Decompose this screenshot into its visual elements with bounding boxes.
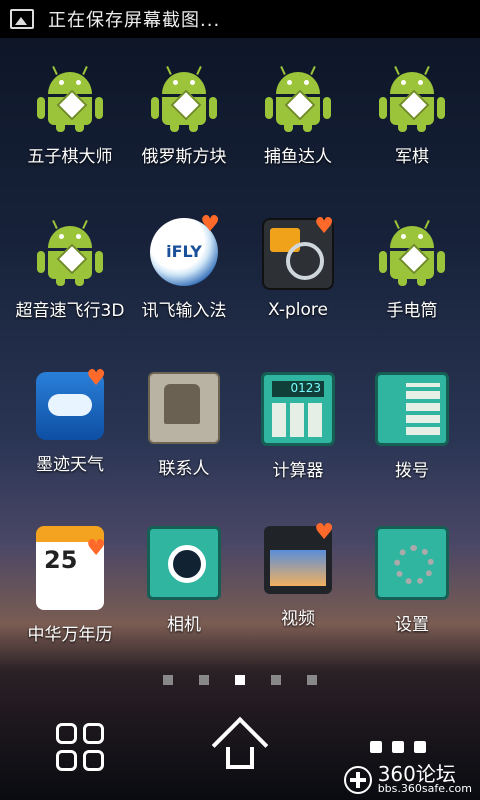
grid-cell: [83, 723, 104, 744]
calculator-icon: [261, 372, 335, 446]
app-dialer[interactable]: 拨号: [352, 372, 472, 481]
app-fishing[interactable]: 捕鱼达人: [238, 64, 358, 167]
page-dot[interactable]: [199, 675, 209, 685]
app-label: 设置: [395, 615, 429, 635]
heart-badge-icon: ♥: [314, 214, 334, 239]
app-wuziqi[interactable]: 五子棋大师: [10, 64, 130, 167]
app-supersonic[interactable]: 超音速飞行3D: [10, 218, 130, 321]
watermark-url: bbs.360safe.com: [377, 782, 472, 795]
app-label: 讯飞输入法: [141, 301, 227, 321]
app-video[interactable]: ♥ 视频: [238, 522, 358, 629]
watermark-title: 360论坛: [377, 762, 456, 786]
home-button[interactable]: [210, 717, 270, 777]
app-label: 捕鱼达人: [264, 147, 332, 167]
app-calculator[interactable]: 计算器: [238, 372, 358, 481]
calendar-icon: 25 ♥: [36, 526, 106, 610]
app-label: 墨迹天气: [36, 455, 104, 475]
android-icon: [264, 64, 332, 132]
contacts-icon: [148, 372, 220, 444]
android-icon: [378, 64, 446, 132]
app-calendar[interactable]: 25 ♥ 中华万年历: [10, 526, 130, 645]
app-tetris[interactable]: 俄罗斯方块: [124, 64, 244, 167]
page-dot[interactable]: [271, 675, 281, 685]
app-label: 五子棋大师: [27, 147, 113, 167]
app-label: 视频: [281, 609, 315, 629]
phone-dialer-icon: [375, 372, 449, 446]
app-contacts[interactable]: 联系人: [124, 372, 244, 479]
app-settings[interactable]: 设置: [352, 526, 472, 635]
android-icon: [378, 218, 446, 286]
app-label: 军棋: [395, 147, 429, 167]
video-icon: ♥: [264, 522, 334, 594]
app-label: 手电筒: [386, 301, 438, 321]
grid-cell: [56, 723, 77, 744]
dock: 360论坛 bbs.360safe.com: [0, 705, 480, 800]
app-junqi[interactable]: 军棋: [352, 64, 472, 167]
app-label: 计算器: [272, 461, 324, 481]
watermark: 360论坛 bbs.360safe.com: [343, 762, 472, 795]
app-label: 拨号: [395, 461, 429, 481]
heart-badge-icon: ♥: [200, 212, 220, 237]
app-label: 中华万年历: [27, 625, 113, 645]
app-label: X-plore: [268, 300, 328, 320]
settings-icon: [375, 526, 449, 600]
android-icon: [150, 64, 218, 132]
more-dot: [370, 741, 382, 753]
app-flashlight[interactable]: 手电筒: [352, 218, 472, 321]
grid-cell: [83, 750, 104, 771]
android-icon: [36, 64, 104, 132]
app-label: 联系人: [158, 459, 210, 479]
app-label: 俄罗斯方块: [141, 147, 227, 167]
heart-badge-icon: ♥: [86, 536, 106, 561]
grid-cell: [56, 750, 77, 771]
ifly-icon-text: iFLY: [166, 242, 202, 261]
weather-icon: ♥: [36, 368, 106, 440]
status-bar: 正在保存屏幕截图...: [0, 0, 480, 38]
app-label: 超音速飞行3D: [15, 301, 125, 321]
app-camera[interactable]: 相机: [124, 526, 244, 635]
page-dot[interactable]: [163, 675, 173, 685]
ifly-icon: iFLY ♥: [150, 214, 220, 286]
xplore-icon: ♥: [262, 214, 334, 290]
camera-icon: [147, 526, 221, 600]
screenshot-notification-icon: [10, 9, 34, 29]
page-dot[interactable]: [307, 675, 317, 685]
android-icon: [36, 218, 104, 286]
more-dot: [414, 741, 426, 753]
page-indicator: [0, 675, 480, 685]
calendar-day: 25: [44, 546, 78, 574]
app-label: 相机: [167, 615, 201, 635]
app-drawer-button[interactable]: [50, 717, 110, 777]
page-dot-active[interactable]: [235, 675, 245, 685]
heart-badge-icon: ♥: [86, 366, 106, 391]
status-text: 正在保存屏幕截图...: [48, 10, 221, 31]
app-xplore[interactable]: ♥ X-plore: [238, 214, 358, 320]
app-ifly-input[interactable]: iFLY ♥ 讯飞输入法: [124, 214, 244, 322]
heart-badge-icon: ♥: [314, 520, 334, 545]
more-dot: [392, 741, 404, 753]
plus-circle-icon: [343, 765, 372, 794]
app-moji-weather[interactable]: ♥ 墨迹天气: [10, 368, 130, 475]
